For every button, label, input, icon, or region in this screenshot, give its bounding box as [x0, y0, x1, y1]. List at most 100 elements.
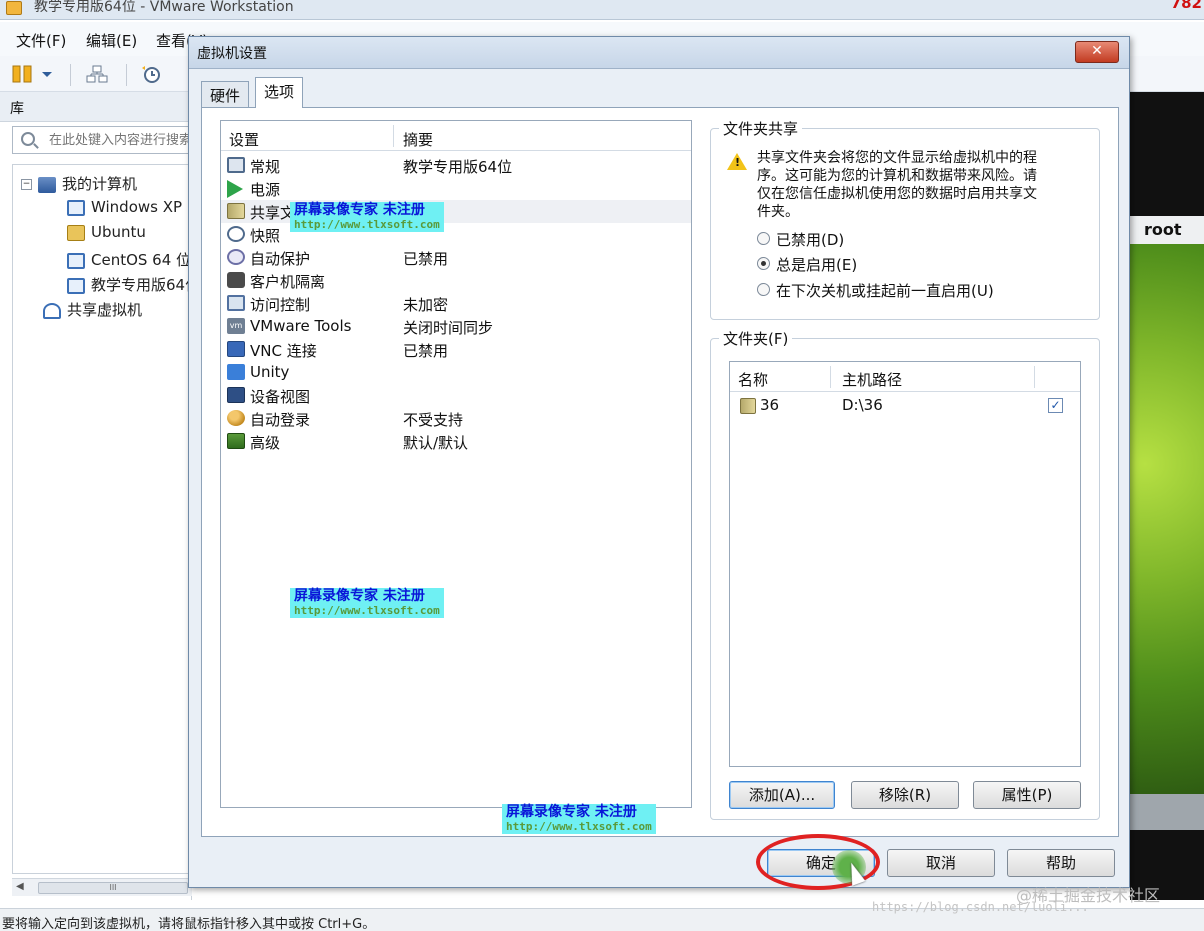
- help-button[interactable]: 帮助: [1007, 849, 1115, 877]
- power-icon: [227, 180, 243, 198]
- computer-icon: [38, 176, 56, 193]
- folder-sharing-group: 文件夹共享 共享文件夹会将您的文件显示给虚拟机中的程序。这可能为您的计算机和数据…: [710, 118, 1100, 320]
- lock-icon: [227, 272, 245, 288]
- search-icon: [21, 132, 35, 146]
- snapshot-icon: [227, 226, 245, 242]
- library-search[interactable]: [12, 126, 192, 154]
- column-divider: [1034, 366, 1035, 388]
- shared-vm-icon: [43, 302, 61, 319]
- tree-my-computer[interactable]: − 我的计算机: [21, 173, 137, 195]
- settings-list-header: 设置 摘要: [221, 121, 691, 151]
- radio-circle-icon: [757, 257, 770, 270]
- vnc-icon: [227, 341, 245, 357]
- column-header-summary[interactable]: 摘要: [403, 129, 433, 150]
- settings-row-access-control[interactable]: 访问控制 未加密: [221, 292, 691, 315]
- settings-row-advanced[interactable]: 高级 默认/默认: [221, 430, 691, 453]
- column-divider: [393, 125, 394, 147]
- column-divider: [830, 366, 831, 388]
- settings-row-vmware-tools[interactable]: vm VMware Tools 关闭时间同步: [221, 315, 691, 338]
- cancel-button[interactable]: 取消: [887, 849, 995, 877]
- main-window-title: 教学专用版64位 - VMware Workstation: [34, 0, 294, 15]
- tab-hardware[interactable]: 硬件: [201, 81, 250, 107]
- radio-circle-icon: [757, 232, 770, 245]
- snapshot-icon[interactable]: [140, 65, 162, 83]
- settings-row-vnc[interactable]: VNC 连接 已禁用: [221, 338, 691, 361]
- advanced-icon: [227, 433, 245, 449]
- settings-row-unity[interactable]: Unity: [221, 361, 691, 384]
- access-control-icon: [227, 295, 245, 311]
- chevron-down-icon[interactable]: [40, 65, 54, 83]
- folder-sharing-warning: 共享文件夹会将您的文件显示给虚拟机中的程序。这可能为您的计算机和数据带来风险。请…: [757, 150, 1037, 220]
- tree-shared-vms[interactable]: 共享虚拟机: [43, 299, 142, 321]
- power-suspend-icon[interactable]: [12, 65, 34, 83]
- collapse-toggle-icon[interactable]: −: [21, 179, 32, 190]
- tab-options[interactable]: 选项: [255, 77, 304, 108]
- vm-desktop-wallpaper: [1130, 244, 1204, 794]
- warning-icon: [727, 153, 747, 170]
- dialog-title: 虚拟机设置: [197, 46, 267, 62]
- menu-file[interactable]: 文件(F): [16, 30, 66, 51]
- radio-disabled[interactable]: 已禁用(D): [757, 229, 844, 249]
- add-folder-button[interactable]: 添加(A)...: [729, 781, 835, 809]
- status-text: 要将输入定向到该虚拟机，请将鼠标指针移入其中或按 Ctrl+G。: [2, 917, 376, 931]
- vmware-tools-icon: vm: [227, 318, 245, 334]
- radio-until-poweroff[interactable]: 在下次关机或挂起前一直启用(U): [757, 280, 994, 300]
- vm-taskbar: [1130, 794, 1204, 830]
- library-pane: 库 −我的计算机 Windows XP Ubuntu CentOS 64 位 教…: [0, 92, 200, 900]
- settings-row-power[interactable]: 电源: [221, 177, 691, 200]
- vm-icon: [67, 199, 85, 216]
- folder-properties-button[interactable]: 属性(P): [973, 781, 1081, 809]
- vm-user-label: root: [1130, 216, 1204, 244]
- monitor-icon: [227, 157, 245, 173]
- recorder-watermark: 屏幕录像专家 未注册 http://www.tlxsoft.com: [502, 804, 656, 834]
- shared-folder-icon: [227, 203, 245, 219]
- folder-row[interactable]: 36 D:\36 ✓: [730, 394, 1080, 418]
- column-header-host-path[interactable]: 主机路径: [842, 369, 902, 390]
- locked-vm-icon: [67, 224, 85, 241]
- folders-group: 文件夹(F) 名称 主机路径 36 D:\36 ✓ 添加(A)... 移除(R)…: [710, 328, 1100, 820]
- corner-text: 782: [1170, 0, 1202, 12]
- vmware-app-icon: [6, 1, 22, 15]
- menu-edit[interactable]: 编辑(E): [86, 30, 137, 51]
- device-view-icon: [227, 387, 245, 403]
- toolbar-separator: [126, 64, 127, 86]
- unity-icon: [227, 364, 245, 380]
- scroll-thumb[interactable]: III: [38, 882, 188, 894]
- search-input[interactable]: [49, 130, 189, 150]
- autologin-icon: [227, 410, 245, 426]
- running-vm-icon: [67, 277, 85, 294]
- folder-icon: [740, 398, 756, 414]
- url-watermark: https://blog.csdn.net/luoli...: [872, 900, 1089, 914]
- settings-row-autologin[interactable]: 自动登录 不受支持: [221, 407, 691, 430]
- folder-sharing-legend: 文件夹共享: [719, 118, 803, 139]
- settings-row-autoprotect[interactable]: 自动保护 已禁用: [221, 246, 691, 269]
- column-header-name[interactable]: 名称: [738, 369, 768, 390]
- vm-console-preview[interactable]: root: [1130, 92, 1204, 900]
- library-horizontal-scrollbar[interactable]: ◀ III: [12, 878, 192, 896]
- recorder-watermark: 屏幕录像专家 未注册 http://www.tlxsoft.com: [290, 588, 444, 618]
- dialog-titlebar: 虚拟机设置 ✕: [189, 37, 1129, 69]
- remove-folder-button[interactable]: 移除(R): [851, 781, 959, 809]
- close-button[interactable]: ✕: [1075, 41, 1119, 63]
- radio-always-enabled[interactable]: 总是启用(E): [757, 254, 857, 274]
- settings-row-device-view[interactable]: 设备视图: [221, 384, 691, 407]
- tree-vm-teaching[interactable]: 教学专用版64位: [67, 274, 200, 296]
- folders-list-header: 名称 主机路径: [730, 362, 1080, 392]
- tree-vm-windows-xp[interactable]: Windows XP: [67, 198, 182, 220]
- settings-row-general[interactable]: 常规 教学专用版64位: [221, 154, 691, 177]
- library-title: 库: [10, 101, 24, 117]
- settings-row-guest-isolation[interactable]: 客户机隔离: [221, 269, 691, 292]
- vm-settings-dialog: 虚拟机设置 ✕ 硬件 选项 设置 摘要 常规 教学专用版64位 电源 共享文件夹…: [188, 36, 1130, 888]
- autoprotect-icon: [227, 249, 245, 265]
- radio-circle-icon: [757, 283, 770, 296]
- main-titlebar: 教学专用版64位 - VMware Workstation 782: [0, 0, 1204, 20]
- scroll-left-icon[interactable]: ◀: [16, 881, 24, 892]
- folders-legend: 文件夹(F): [719, 328, 793, 349]
- network-icon[interactable]: [86, 65, 108, 83]
- tree-vm-ubuntu[interactable]: Ubuntu: [67, 223, 146, 245]
- tree-vm-centos[interactable]: CentOS 64 位: [67, 249, 191, 271]
- folder-enabled-checkbox[interactable]: ✓: [1048, 398, 1063, 413]
- toolbar-separator: [70, 64, 71, 86]
- column-header-setting[interactable]: 设置: [229, 129, 259, 150]
- recorder-watermark: 屏幕录像专家 未注册 http://www.tlxsoft.com: [290, 202, 444, 232]
